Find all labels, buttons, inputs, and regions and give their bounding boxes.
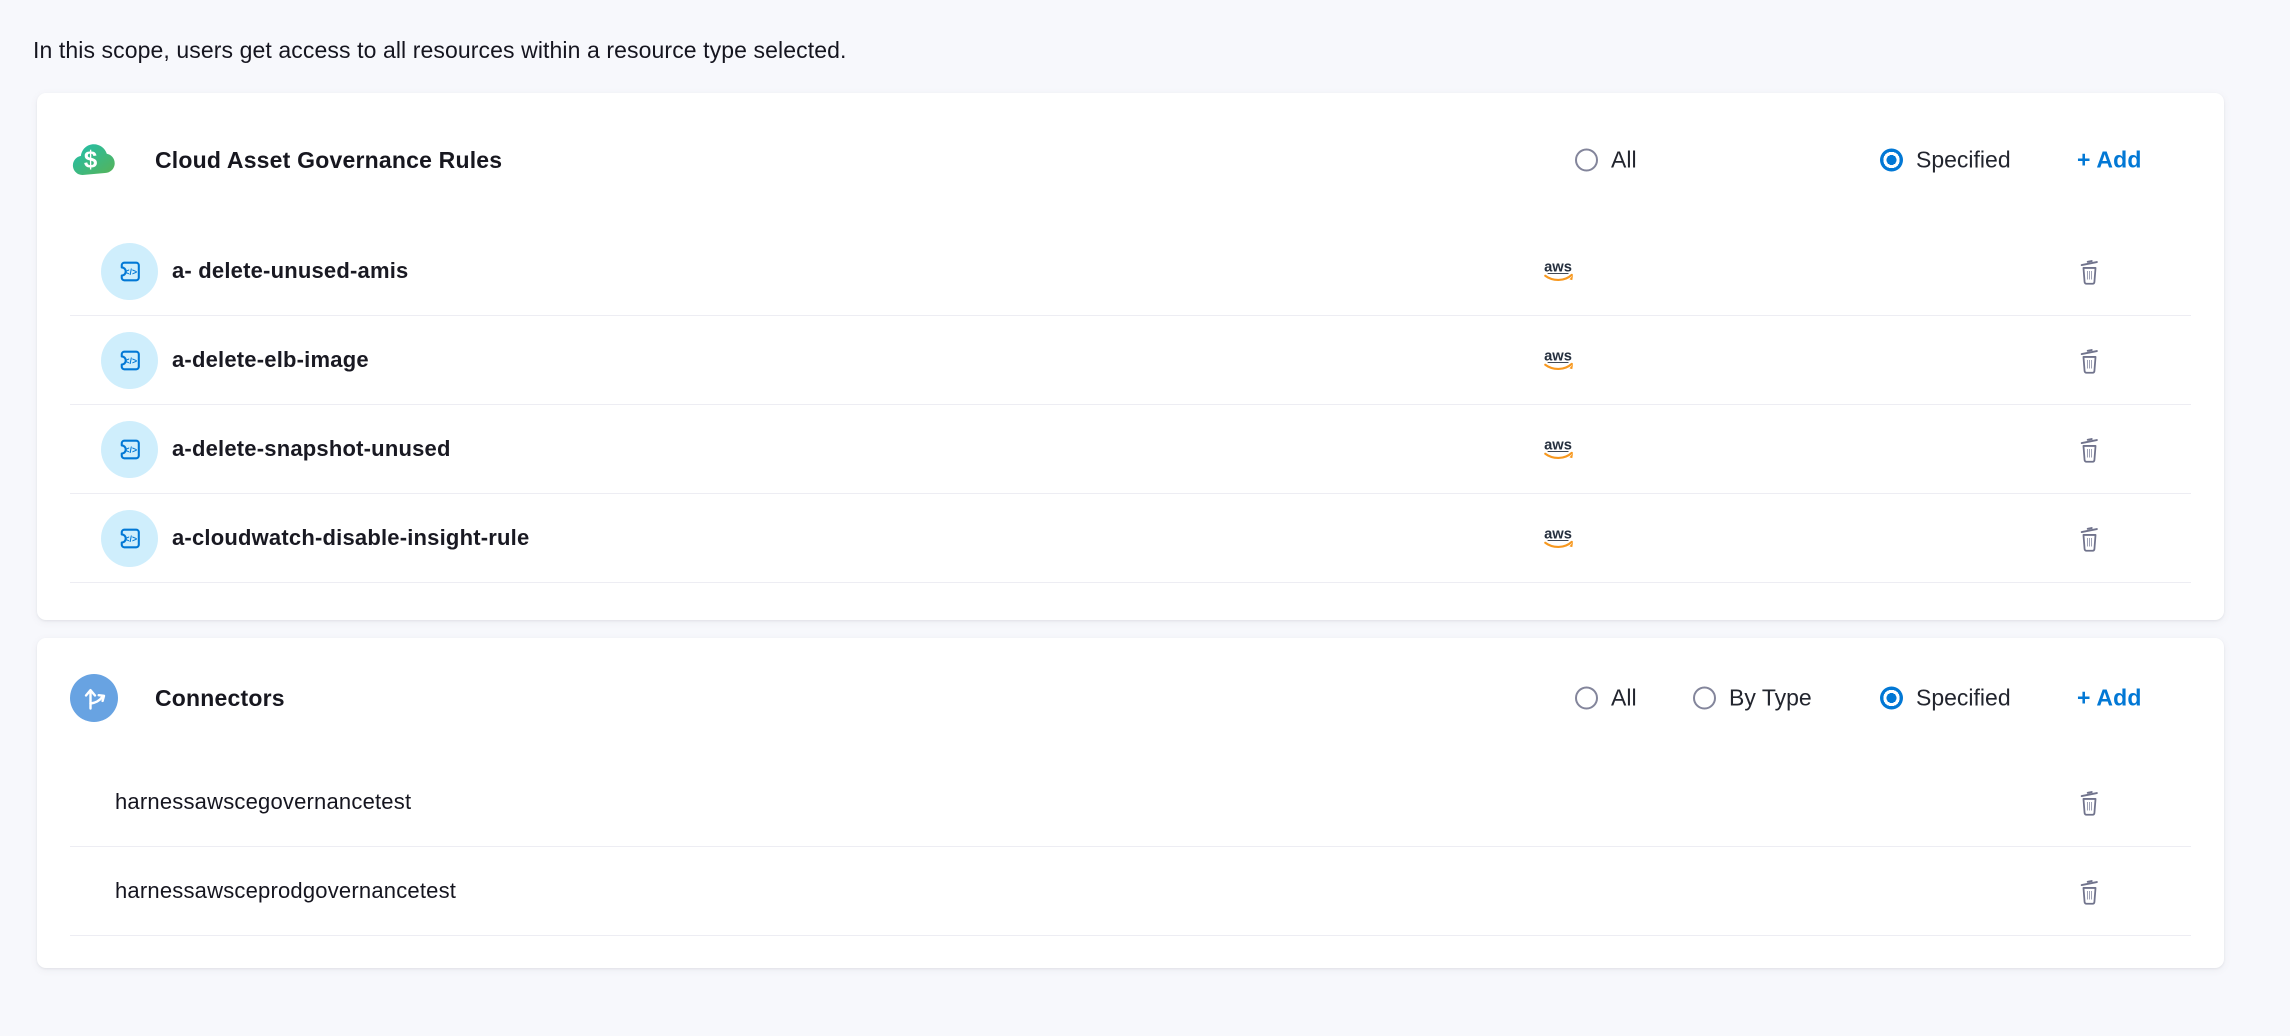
add-rules-button[interactable]: + Add <box>2077 147 2142 174</box>
rule-name: a- delete-unused-amis <box>172 258 408 284</box>
resource-scope-page: In this scope, users get access to all r… <box>0 0 2290 1036</box>
trash-icon <box>2076 257 2103 286</box>
rule-badge: </> <box>101 243 158 300</box>
connector-name: harnessawscegovernancetest <box>115 789 411 815</box>
connectors-list: harnessawscegovernancetest harnessawscep… <box>70 758 2191 936</box>
svg-text:</>: </> <box>124 445 137 455</box>
rule-name: a-cloudwatch-disable-insight-rule <box>172 525 529 551</box>
rule-badge: </> <box>101 510 158 567</box>
rule-ticket-icon: </> <box>114 523 145 554</box>
cloud-dollar-icon: $ <box>70 136 118 184</box>
connectors-scope-controls: All By Type Specified + Add <box>1575 638 2191 758</box>
connector-row: harnessawsceprodgovernancetest <box>70 846 2191 935</box>
trash-icon <box>2076 435 2103 464</box>
governance-rules-list: </> a- delete-unused-amis aws <box>70 227 2191 583</box>
delete-rule-button[interactable] <box>2074 522 2104 554</box>
delete-connector-button[interactable] <box>2074 786 2104 818</box>
section-title: Connectors <box>155 685 285 712</box>
add-connectors-button[interactable]: + Add <box>2077 685 2142 712</box>
radio-all[interactable]: All <box>1575 147 1637 174</box>
svg-text:</>: </> <box>124 356 137 366</box>
aws-logo: aws <box>1540 525 1578 551</box>
section-title: Cloud Asset Governance Rules <box>155 147 502 174</box>
radio-circle[interactable] <box>1880 149 1903 172</box>
rule-name: a-delete-elb-image <box>172 347 369 373</box>
branch-arrows-icon <box>70 674 118 722</box>
governance-rule-row: </> a-delete-snapshot-unused aws <box>70 404 2191 493</box>
rule-ticket-icon: </> <box>114 256 145 287</box>
delete-rule-button[interactable] <box>2074 255 2104 287</box>
connector-row: harnessawscegovernancetest <box>70 758 2191 846</box>
radio-circle[interactable] <box>1880 687 1903 710</box>
svg-text:</>: </> <box>124 534 137 544</box>
aws-logo: aws <box>1540 436 1578 462</box>
governance-rules-header: $ Cloud Asset Governance Rules All Speci… <box>70 93 2191 227</box>
radio-circle[interactable] <box>1575 687 1598 710</box>
radio-circle[interactable] <box>1575 149 1598 172</box>
delete-rule-button[interactable] <box>2074 344 2104 376</box>
rule-badge: </> <box>101 421 158 478</box>
connector-name: harnessawsceprodgovernancetest <box>115 878 456 904</box>
radio-specified[interactable]: Specified <box>1880 685 2011 712</box>
trash-icon <box>2076 877 2103 906</box>
rule-badge: </> <box>101 332 158 389</box>
delete-connector-button[interactable] <box>2074 875 2104 907</box>
scope-description: In this scope, users get access to all r… <box>33 37 847 64</box>
radio-specified[interactable]: Specified <box>1880 147 2011 174</box>
svg-text:</>: </> <box>124 267 137 277</box>
radio-circle[interactable] <box>1693 687 1716 710</box>
governance-rule-row: </> a-delete-elb-image aws <box>70 315 2191 404</box>
aws-logo: aws <box>1540 347 1578 373</box>
rule-name: a-delete-snapshot-unused <box>172 436 451 462</box>
trash-icon <box>2076 346 2103 375</box>
governance-rule-row: </> a- delete-unused-amis aws <box>70 227 2191 315</box>
connectors-header: Connectors All By Type Specified + Add <box>70 638 2191 758</box>
rule-ticket-icon: </> <box>114 434 145 465</box>
connectors-card: Connectors All By Type Specified + Add <box>37 638 2224 968</box>
governance-rule-row: </> a-cloudwatch-disable-insight-rule aw… <box>70 493 2191 582</box>
governance-rules-scope-controls: All Specified + Add <box>1575 93 2191 227</box>
delete-rule-button[interactable] <box>2074 433 2104 465</box>
trash-icon <box>2076 524 2103 553</box>
trash-icon <box>2076 788 2103 817</box>
rule-ticket-icon: </> <box>114 345 145 376</box>
governance-rules-card: $ Cloud Asset Governance Rules All Speci… <box>37 93 2224 620</box>
aws-logo: aws <box>1540 258 1578 284</box>
radio-by-type[interactable]: By Type <box>1693 685 1812 712</box>
radio-all[interactable]: All <box>1575 685 1637 712</box>
svg-text:$: $ <box>84 147 98 174</box>
